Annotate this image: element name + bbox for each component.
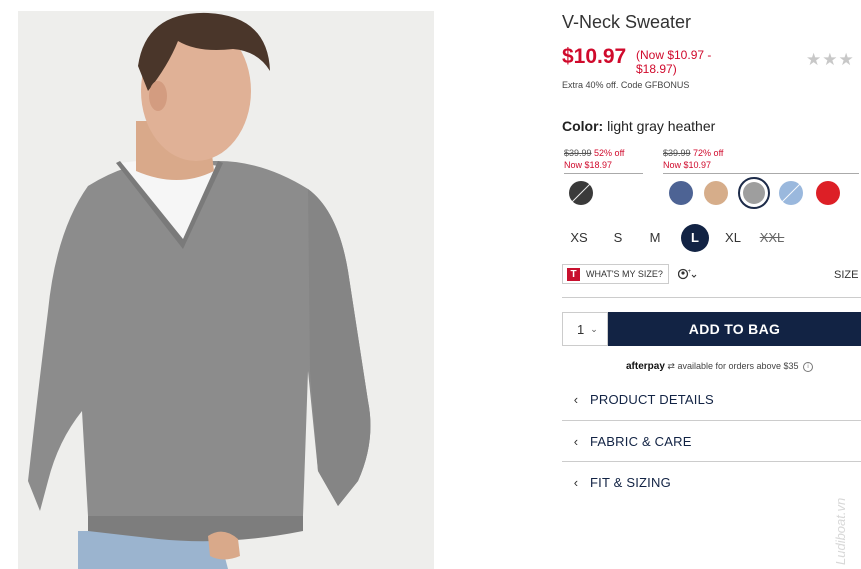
watermark: Ludiboat.vn (833, 497, 848, 565)
info-icon[interactable]: i (803, 361, 814, 372)
sale-price: $10.97 (562, 45, 627, 68)
chevron-left-icon: ‹ (573, 434, 579, 449)
price-group-2: $39.99 72% off Now $10.97 (663, 147, 859, 174)
original-price: $39.99 (663, 148, 691, 158)
size-m[interactable]: M (643, 225, 667, 251)
quantity-value: 1 (577, 321, 585, 337)
whats-my-size-button[interactable]: T WHAT'S MY SIZE? (562, 264, 669, 284)
size-s[interactable]: S (606, 225, 630, 251)
swatch-navy[interactable] (669, 181, 693, 205)
rating-stars[interactable]: ★★★ (806, 50, 855, 70)
accordion-product-details[interactable]: ‹ PRODUCT DETAILS (562, 379, 861, 420)
svg-text:+: + (688, 269, 692, 275)
promo-code-text: Extra 40% off. Code GFBONUS (562, 80, 690, 90)
color-value: light gray heather (607, 118, 716, 134)
color-label: Color: (562, 118, 604, 134)
size-l-selected[interactable]: L (681, 224, 709, 252)
accordion-fit-sizing[interactable]: ‹ FIT & SIZING (562, 462, 861, 503)
fit-profile-icon[interactable]: + (677, 268, 698, 283)
swatch-light-blue[interactable] (779, 181, 803, 205)
swatch-tan[interactable] (704, 181, 728, 205)
swatch-red[interactable] (816, 181, 840, 205)
afterpay-text: available for orders above $35 (677, 361, 799, 371)
size-guide-link[interactable]: SIZE (834, 269, 858, 281)
divider (562, 297, 861, 298)
accordion-label: PRODUCT DETAILS (590, 392, 714, 407)
original-price: $39.99 (564, 148, 592, 158)
size-xl[interactable]: XL (720, 225, 746, 251)
swatch-light-gray-heather[interactable] (738, 177, 770, 209)
swatch-charcoal[interactable] (569, 181, 593, 205)
chevron-left-icon: ‹ (573, 475, 579, 490)
accordion-label: FIT & SIZING (590, 475, 671, 490)
size-xxl[interactable]: XXL (757, 225, 787, 251)
quantity-select[interactable]: 1 ⌄ (562, 312, 608, 346)
color-label-row: Color: light gray heather (562, 118, 715, 134)
afterpay-logo-icon: ⇄ (667, 361, 675, 371)
price-range: (Now $10.97 - $18.97) (636, 48, 712, 76)
product-image[interactable] (18, 11, 434, 569)
discount-percent: 72% off (693, 148, 724, 158)
chevron-left-icon: ‹ (573, 392, 579, 407)
price-group-1: $39.99 52% off Now $18.97 (564, 147, 643, 174)
whats-my-size-label: WHAT'S MY SIZE? (586, 269, 663, 279)
add-to-bag-button[interactable]: ADD TO BAG (608, 312, 861, 346)
chevron-down-icon: ⌄ (590, 323, 598, 334)
size-xs[interactable]: XS (566, 225, 592, 251)
accordion-label: FABRIC & CARE (590, 434, 692, 449)
now-price: Now $10.97 (663, 160, 712, 170)
discount-percent: 52% off (594, 148, 625, 158)
accordion-fabric-care[interactable]: ‹ FABRIC & CARE (562, 421, 861, 462)
now-price: Now $18.97 (564, 160, 613, 170)
true-fit-icon: T (567, 267, 580, 281)
product-title: V-Neck Sweater (562, 12, 692, 32)
afterpay-logo: afterpay (626, 361, 665, 372)
afterpay-message: afterpay ⇄ available for orders above $3… (626, 361, 814, 372)
